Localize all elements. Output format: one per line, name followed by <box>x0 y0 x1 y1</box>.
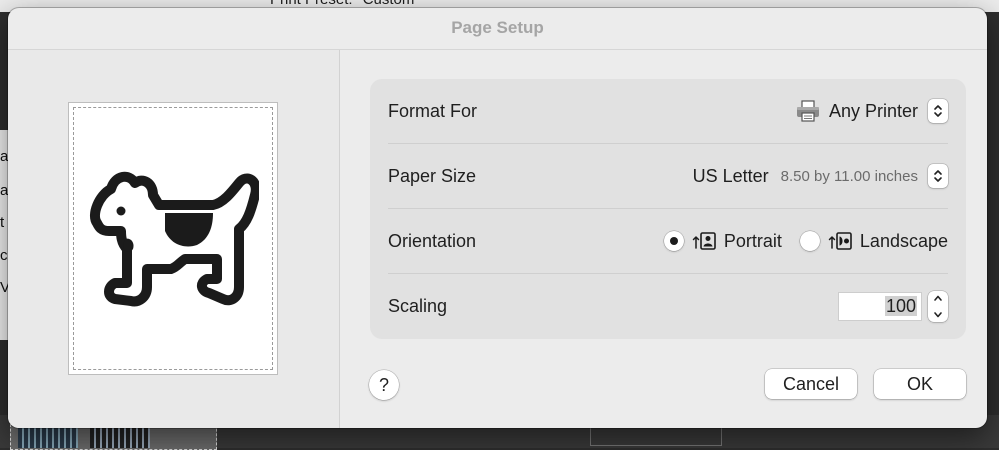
popup-chevron-icon <box>928 164 948 188</box>
scaling-row: Scaling 100 <box>388 274 948 338</box>
landscape-radio[interactable] <box>799 231 820 251</box>
format-for-value: Any Printer <box>828 100 918 121</box>
scaling-controls: 100 <box>838 274 948 338</box>
cancel-button[interactable]: Cancel <box>765 369 857 399</box>
background-thumbnail <box>90 428 150 448</box>
print-preset-popup[interactable]: Print Preset: Custom <box>270 0 414 8</box>
settings-panel: Format For Any Printer Paper Size US Let… <box>370 79 966 339</box>
print-preset-label: Print Preset: <box>270 0 353 8</box>
background-text-fragment: c <box>0 247 8 264</box>
ok-button[interactable]: OK <box>874 369 966 399</box>
landscape-orientation-icon <box>828 232 852 250</box>
scaling-value: 100 <box>884 295 917 316</box>
format-for-label: Format For <box>388 101 478 121</box>
portrait-orientation-icon <box>692 232 716 250</box>
format-for-row: Format For Any Printer <box>388 79 948 144</box>
orientation-options: Portrait Landscape <box>663 209 948 273</box>
landscape-label[interactable]: Landscape <box>860 231 948 252</box>
page-preview <box>68 102 278 375</box>
help-button[interactable]: ? <box>369 370 399 400</box>
background-text-fragment: t <box>0 214 5 231</box>
scaling-input[interactable]: 100 <box>838 291 922 321</box>
chevron-up-icon[interactable] <box>933 294 943 302</box>
printer-icon <box>796 100 819 122</box>
paper-size-popup[interactable]: US Letter 8.50 by 11.00 inches <box>693 144 948 208</box>
paper-size-dimensions: 8.50 by 11.00 inches <box>780 167 918 185</box>
paper-size-label: Paper Size <box>388 166 477 186</box>
orientation-label: Orientation <box>388 231 477 251</box>
page-preview-pane <box>8 50 340 428</box>
chevron-down-icon[interactable] <box>933 311 943 319</box>
orientation-row: Orientation Portrait Landscape <box>388 209 948 274</box>
print-preset-value: Custom <box>363 0 415 8</box>
scaling-stepper[interactable] <box>928 290 948 322</box>
background-thumbnail <box>18 428 78 448</box>
portrait-radio[interactable] <box>663 231 684 251</box>
dogcow-icon <box>89 171 259 307</box>
paper-size-value: US Letter <box>692 165 769 186</box>
portrait-label[interactable]: Portrait <box>724 231 782 252</box>
paper-size-row: Paper Size US Letter 8.50 by 11.00 inche… <box>388 144 948 209</box>
format-for-popup[interactable]: Any Printer <box>795 79 948 143</box>
popup-chevron-icon <box>928 99 948 123</box>
scaling-label: Scaling <box>388 296 448 316</box>
dialog-title: Page Setup <box>8 8 987 50</box>
page-setup-dialog: Page Setup Format For Any Printer Paper … <box>8 8 987 428</box>
